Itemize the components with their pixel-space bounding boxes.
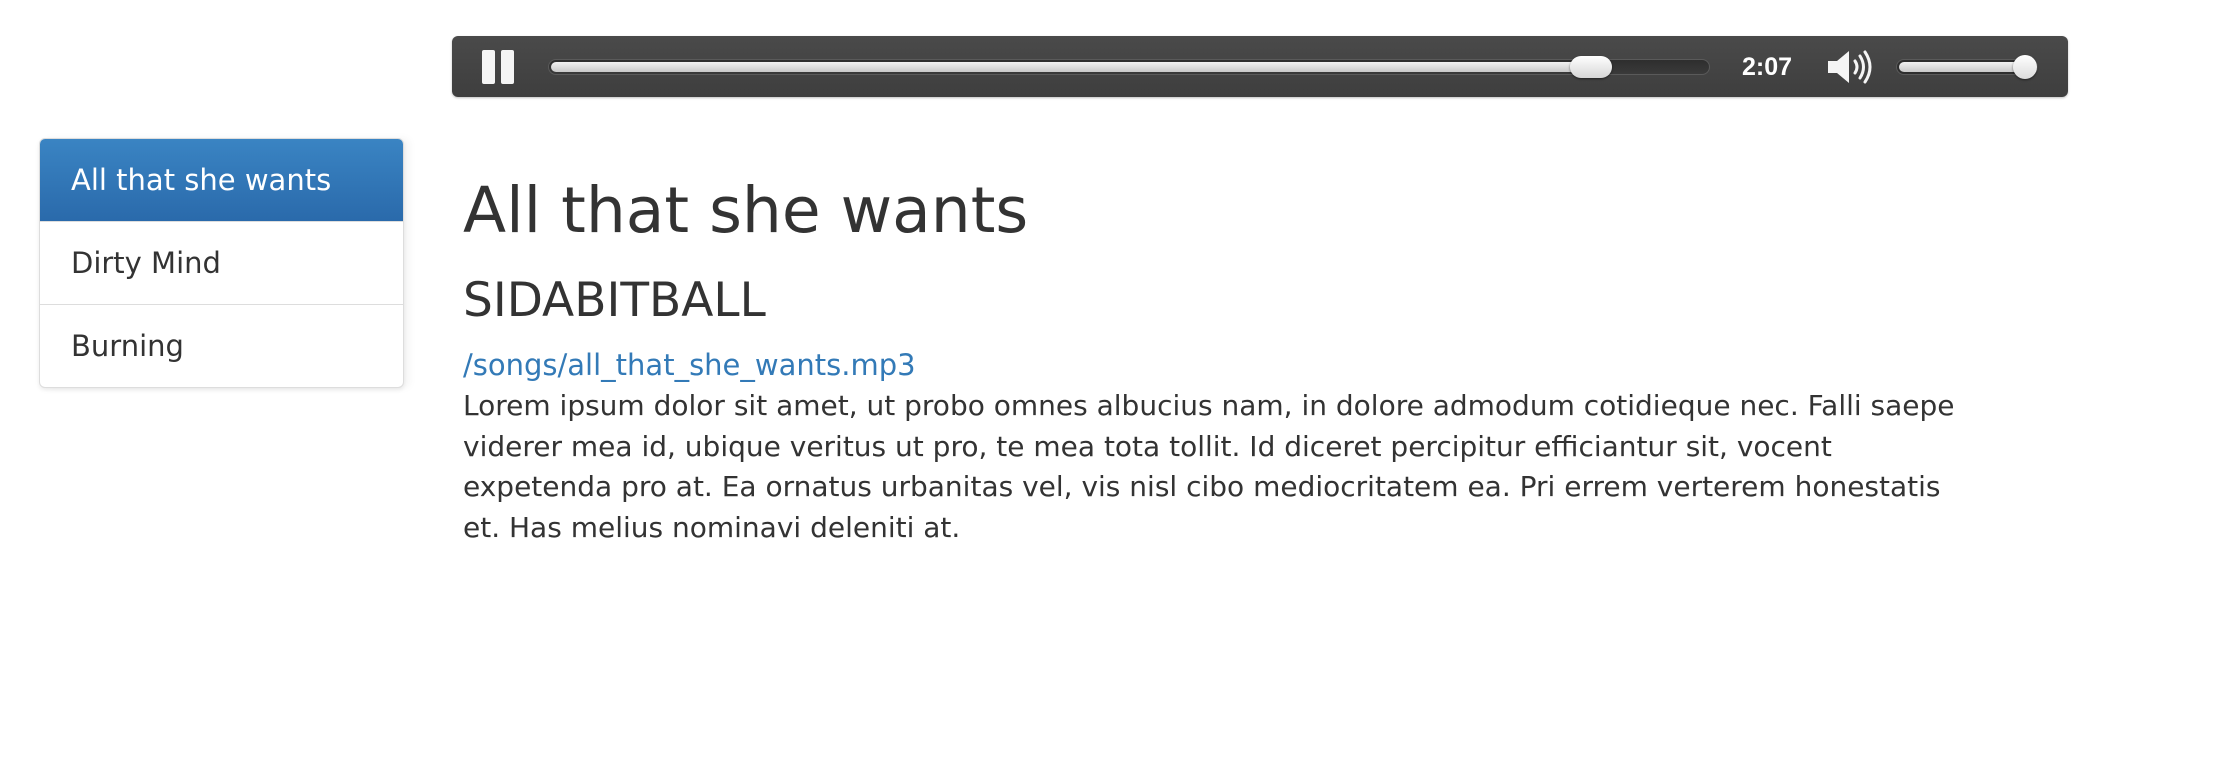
song-item-dirty-mind[interactable]: Dirty Mind <box>40 221 403 304</box>
song-description: Lorem ipsum dolor sit amet, ut probo omn… <box>463 389 1955 544</box>
time-display: 2:07 <box>1742 53 1793 81</box>
song-title: All that she wants <box>463 174 1029 247</box>
audio-player: 2:07 <box>452 36 2068 97</box>
pause-icon[interactable] <box>482 50 516 84</box>
volume-slider[interactable] <box>1896 55 2038 79</box>
volume-handle[interactable] <box>2013 55 2037 79</box>
song-item-burning[interactable]: Burning <box>40 304 403 387</box>
file-link[interactable]: /songs/all_that_she_wants.mp3 <box>463 346 916 384</box>
progress-fill <box>551 62 1592 72</box>
page: 2:07 All that she wants Dirty Mind Burni… <box>0 0 2230 760</box>
progress-handle[interactable] <box>1570 56 1613 78</box>
artist-name: SIDABITBALL <box>463 273 766 328</box>
progress-bar[interactable] <box>548 56 1710 78</box>
song-list: All that she wants Dirty Mind Burning <box>39 138 404 388</box>
song-details: All that she wants SIDABITBALL /songs/al… <box>463 170 1983 548</box>
speaker-icon[interactable] <box>1826 50 1878 84</box>
song-item-all-that-she-wants[interactable]: All that she wants <box>40 139 403 221</box>
